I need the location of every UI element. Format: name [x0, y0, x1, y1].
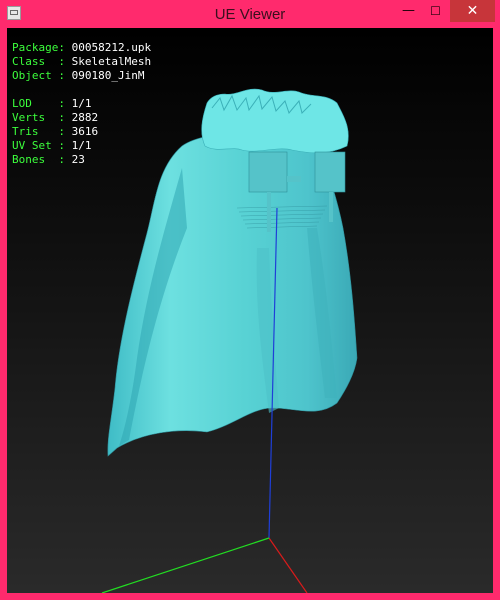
- class-label: Class :: [12, 55, 65, 68]
- app-window: UE Viewer — ☐ ✕ Package: 00058212.upk Cl…: [0, 0, 500, 600]
- bone-stick-right: [329, 192, 333, 222]
- bone-stick-left: [267, 192, 271, 232]
- info-row-class: Class : SkeletalMesh: [12, 55, 151, 69]
- x-axis-line: [268, 537, 308, 593]
- bone-connector: [287, 176, 301, 182]
- package-value: 00058212.upk: [71, 41, 152, 54]
- title-bar[interactable]: UE Viewer — ☐ ✕: [0, 0, 500, 28]
- bones-value: 23: [71, 153, 85, 166]
- bones-label: Bones :: [12, 153, 65, 166]
- verts-label: Verts :: [12, 111, 65, 124]
- mesh-info-panel: Package: 00058212.upk Class : SkeletalMe…: [12, 41, 151, 167]
- info-row-object: Object : 090180_JinM: [12, 69, 151, 83]
- uvset-label: UV Set :: [12, 139, 65, 152]
- lod-label: LOD :: [12, 97, 65, 110]
- class-value: SkeletalMesh: [71, 55, 152, 68]
- lod-value: 1/1: [71, 97, 92, 110]
- bone-box-right: [314, 151, 346, 193]
- bone-box-left: [248, 151, 288, 193]
- minimize-button[interactable]: —: [395, 0, 422, 22]
- tris-label: Tris :: [12, 125, 65, 138]
- uvset-value: 1/1: [71, 139, 92, 152]
- info-row-lod: LOD : 1/1: [12, 97, 151, 111]
- close-button[interactable]: ✕: [450, 0, 495, 22]
- info-row-bones: Bones : 23: [12, 153, 151, 167]
- fur-collar: [201, 88, 349, 154]
- maximize-button[interactable]: ☐: [422, 0, 449, 22]
- info-row-uvset: UV Set : 1/1: [12, 139, 151, 153]
- verts-value: 2882: [71, 111, 99, 124]
- package-label: Package:: [12, 41, 65, 54]
- info-row-verts: Verts : 2882: [12, 111, 151, 125]
- 3d-viewport[interactable]: Package: 00058212.upk Class : SkeletalMe…: [7, 28, 493, 593]
- object-label: Object :: [12, 69, 65, 82]
- y-axis-line: [101, 537, 270, 593]
- info-row-tris: Tris : 3616: [12, 125, 151, 139]
- object-value: 090180_JinM: [71, 69, 145, 82]
- info-spacer: [12, 83, 151, 97]
- info-row-package: Package: 00058212.upk: [12, 41, 151, 55]
- tris-value: 3616: [71, 125, 99, 138]
